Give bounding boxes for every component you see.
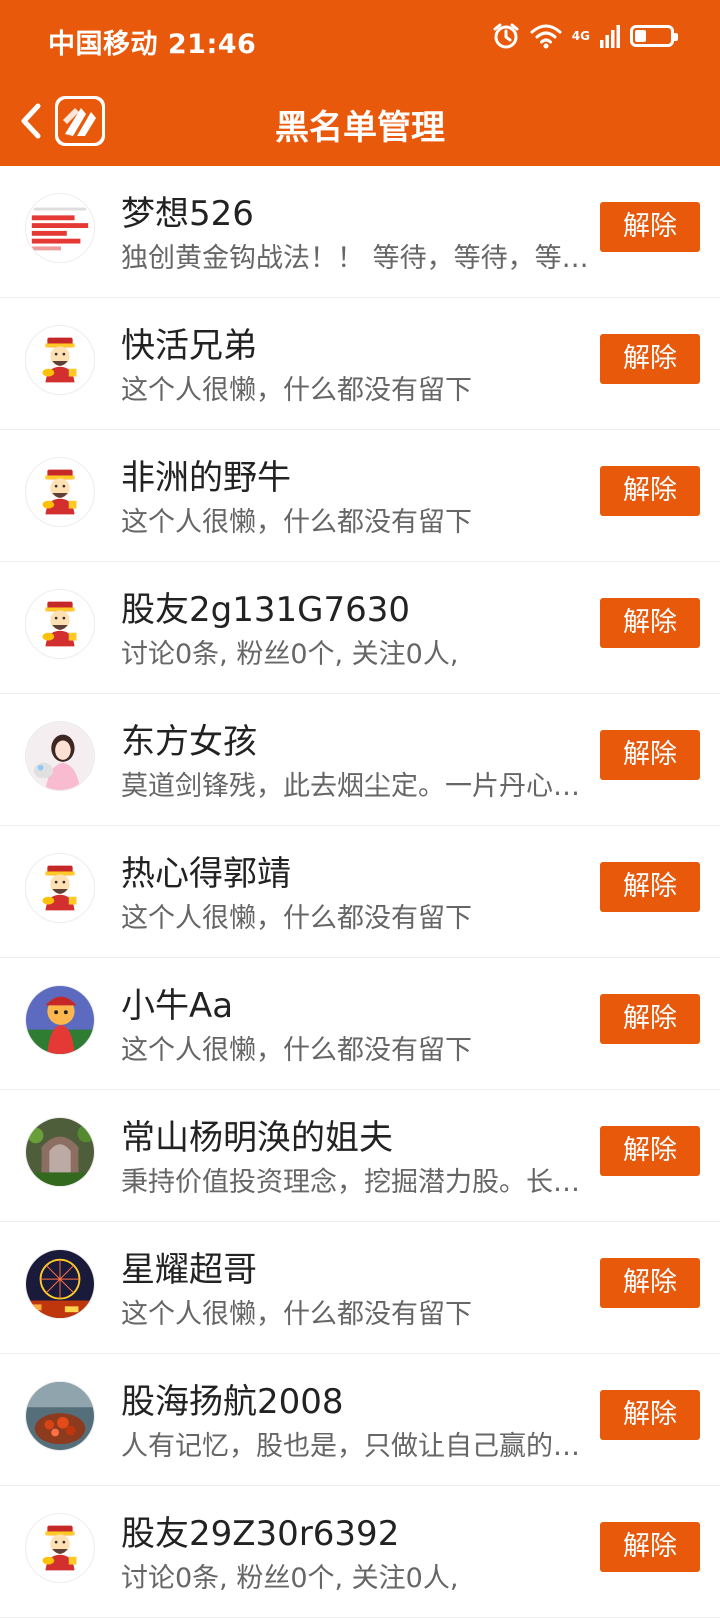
unblock-button[interactable]: 解除 xyxy=(600,598,700,648)
user-description: 讨论0条, 粉丝0个, 关注0人, xyxy=(121,1563,459,1594)
fortune-god-avatar xyxy=(25,589,95,659)
alarm-icon xyxy=(493,23,519,49)
unblock-button[interactable]: 解除 xyxy=(600,466,700,516)
unblock-button[interactable]: 解除 xyxy=(600,994,700,1044)
user-description: 这个人很懒，什么都没有留下 xyxy=(121,1299,472,1330)
user-name: 非洲的野牛 xyxy=(121,458,291,498)
list-item: 快活兄弟这个人很懒，什么都没有留下 解除 xyxy=(0,298,720,430)
user-description: 这个人很懒，什么都没有留下 xyxy=(121,507,472,538)
cellular-signal-icon xyxy=(600,25,620,48)
user-description: 这个人很懒，什么都没有留下 xyxy=(121,903,472,934)
user-name: 梦想526 xyxy=(121,194,254,234)
unblock-button[interactable]: 解除 xyxy=(600,202,700,252)
unblock-button[interactable]: 解除 xyxy=(600,1522,700,1572)
fortune-god-avatar xyxy=(25,325,95,395)
archway-photo-avatar xyxy=(25,1117,95,1187)
user-name: 星耀超哥 xyxy=(121,1250,257,1290)
user-description: 这个人很懒，什么都没有留下 xyxy=(121,375,472,406)
girl-photo-avatar xyxy=(25,721,95,791)
status-icons: 4G xyxy=(492,22,678,50)
cartoon-character-avatar xyxy=(25,985,95,1055)
unblock-button[interactable]: 解除 xyxy=(600,862,700,912)
unblock-button[interactable]: 解除 xyxy=(600,334,700,384)
unblock-button[interactable]: 解除 xyxy=(600,1126,700,1176)
network-type-label: 4G xyxy=(571,29,590,43)
user-name: 东方女孩 xyxy=(121,722,257,762)
user-name: 股友2g131G7630 xyxy=(121,590,410,630)
user-description: 这个人很懒，什么都没有留下 xyxy=(121,1035,472,1066)
list-item: 梦想526 独创黄金钩战法！！ 等待，等待，等待再等待解除 xyxy=(0,166,720,298)
user-name: 快活兄弟 xyxy=(121,326,257,366)
user-name: 热心得郭靖 xyxy=(121,854,291,894)
unblock-button[interactable]: 解除 xyxy=(600,730,700,780)
list-item: 非洲的野牛这个人很懒，什么都没有留下 解除 xyxy=(0,430,720,562)
page-title: 黑名单管理 xyxy=(275,108,445,148)
user-description: 人有记忆，股也是，只做让自己赢的交易 xyxy=(121,1431,601,1462)
top-bar: 中国移动 21:46 4G 黑名单管理 xyxy=(0,0,720,166)
food-photo-avatar xyxy=(25,1381,95,1451)
user-name: 股海扬航2008 xyxy=(121,1382,344,1422)
blacklist-user-list: 梦想526独创黄金钩战法！！ 等待，等待，等待再等待解除快活兄弟这个人很懒，什么… xyxy=(0,166,720,1618)
list-item: 常山杨明涣的姐夫秉持价值投资理念，挖掘潜力股。长期持有 解除 xyxy=(0,1090,720,1222)
unblock-button[interactable]: 解除 xyxy=(600,1390,700,1440)
unblock-button[interactable]: 解除 xyxy=(600,1258,700,1308)
list-item: 热心得郭靖这个人很懒，什么都没有留下 解除 xyxy=(0,826,720,958)
wifi-icon xyxy=(530,24,562,49)
user-description: 秉持价值投资理念，挖掘潜力股。长期持有 xyxy=(121,1167,601,1198)
user-name: 小牛Aa xyxy=(121,986,234,1026)
user-name: 股友29Z30r6392 xyxy=(121,1514,400,1554)
user-name: 常山杨明涣的姐夫 xyxy=(121,1118,393,1158)
fortune-god-avatar xyxy=(25,1513,95,1583)
list-item: 股友29Z30r6392 讨论0条, 粉丝0个, 关注0人, 解除 xyxy=(0,1486,720,1618)
carrier-time: 中国移动 21:46 xyxy=(48,29,257,60)
ferris-wheel-avatar xyxy=(25,1249,95,1319)
fortune-god-avatar xyxy=(25,853,95,923)
status-bar: 中国移动 21:46 4G xyxy=(0,0,720,80)
list-item: 股友2g131G7630 讨论0条, 粉丝0个, 关注0人, 解除 xyxy=(0,562,720,694)
user-description: 独创黄金钩战法！！ 等待，等待，等待再等待 xyxy=(121,243,601,274)
nav-bar: 黑名单管理 xyxy=(0,80,720,166)
list-item: 星耀超哥这个人很懒，什么都没有留下 解除 xyxy=(0,1222,720,1354)
list-item: 小牛Aa 这个人很懒，什么都没有留下 解除 xyxy=(0,958,720,1090)
fortune-god-avatar xyxy=(25,457,95,527)
user-description: 讨论0条, 粉丝0个, 关注0人, xyxy=(121,639,459,670)
screenshot-chart-avatar xyxy=(25,193,95,263)
list-item: 东方女孩莫道剑锋残，此去烟尘定。一片丹心照汗青 解除 xyxy=(0,694,720,826)
battery-icon xyxy=(630,25,678,47)
list-item: 股海扬航2008 人有记忆，股也是，只做让自己赢的交易 解除 xyxy=(0,1354,720,1486)
user-description: 莫道剑锋残，此去烟尘定。一片丹心照汗青 xyxy=(121,771,601,802)
